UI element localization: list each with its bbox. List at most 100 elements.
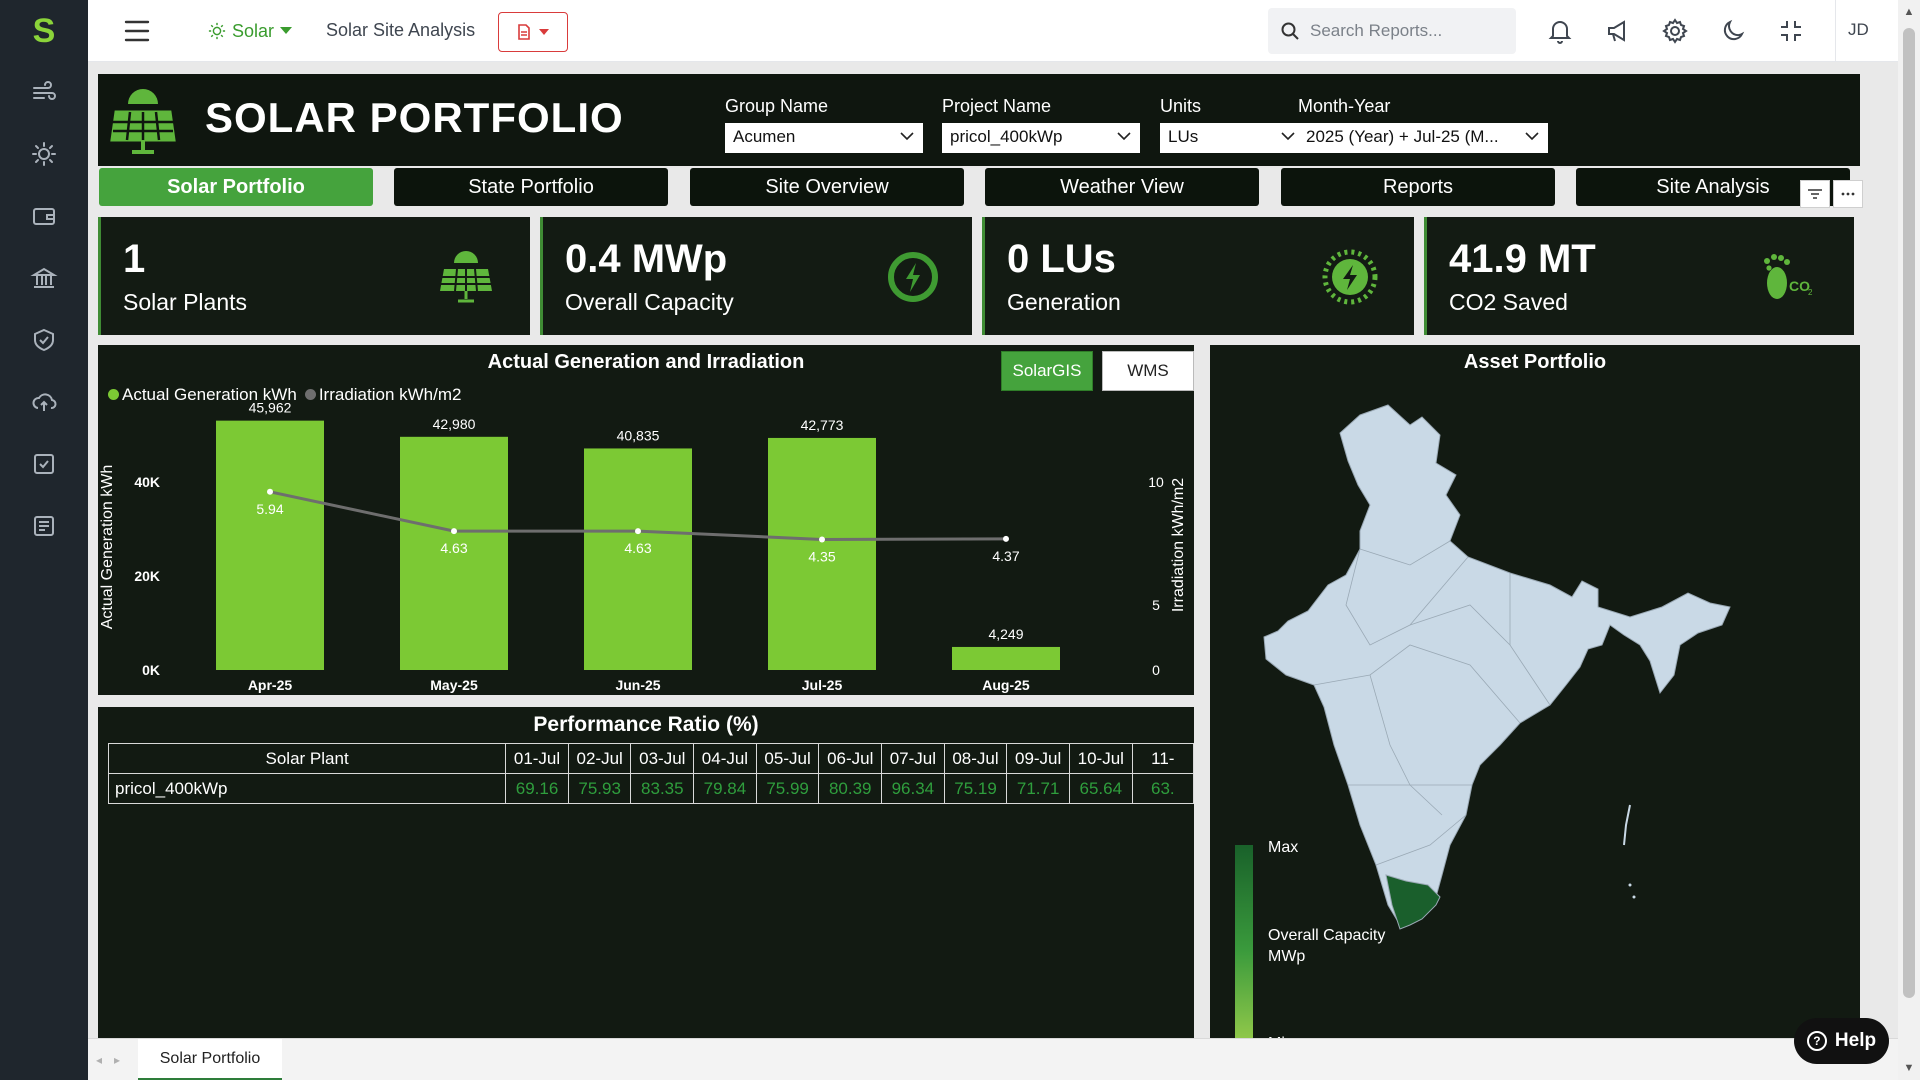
- y-left-tick: 20K: [134, 568, 160, 584]
- column-header[interactable]: 07-Jul: [881, 743, 945, 774]
- x-tick-label: May-25: [430, 677, 478, 693]
- column-header[interactable]: 04-Jul: [693, 743, 757, 774]
- irradiation-point[interactable]: [819, 536, 825, 543]
- y-left-tick: 0K: [142, 662, 160, 678]
- caret-down-icon: [280, 27, 293, 34]
- tab-scroll-right-icon[interactable]: ▸: [114, 1053, 120, 1067]
- tab-reports[interactable]: Reports: [1281, 168, 1555, 206]
- checkbox-icon[interactable]: [30, 450, 58, 478]
- filter-lines-icon[interactable]: [1800, 180, 1830, 208]
- y-left-tick: 40K: [134, 474, 160, 490]
- kpi-card-co2-saved: 41.9 MT CO2 Saved CO 2: [1424, 217, 1854, 335]
- generation-bar[interactable]: [584, 448, 692, 670]
- kpi-card-solar-plants: 1 Solar Plants: [98, 217, 530, 335]
- irradiation-point[interactable]: [1003, 535, 1009, 542]
- scroll-down-icon[interactable]: ▼: [1903, 1062, 1915, 1074]
- group-name-select[interactable]: Acumen: [725, 123, 923, 153]
- settings-gear-icon[interactable]: [1661, 17, 1689, 45]
- tab-solar-portfolio[interactable]: Solar Portfolio: [99, 168, 373, 206]
- column-header[interactable]: 09-Jul: [1006, 743, 1070, 774]
- tab-site-overview[interactable]: Site Overview: [690, 168, 964, 206]
- kpi-value: 1: [123, 237, 146, 281]
- tab-state-portfolio[interactable]: State Portfolio: [394, 168, 668, 206]
- bar-data-label: 40,835: [617, 427, 660, 443]
- india-map-shape[interactable]: [1263, 404, 1731, 926]
- kpi-label: CO2 Saved: [1449, 289, 1568, 315]
- table-cell: 83.35: [630, 773, 695, 804]
- sun-icon[interactable]: [30, 140, 58, 168]
- module-selector[interactable]: Solar: [208, 18, 293, 44]
- tab-scroll-left-icon[interactable]: ◂: [96, 1053, 102, 1067]
- dashboard-header: SOLAR PORTFOLIO Group Name Acumen Projec…: [98, 74, 1860, 166]
- irradiation-data-label: 4.63: [440, 540, 467, 556]
- dashboard-canvas: SOLAR PORTFOLIO Group Name Acumen Projec…: [88, 62, 1898, 1055]
- select-value: LUs: [1168, 127, 1199, 146]
- report-export-button[interactable]: [498, 12, 568, 52]
- help-button[interactable]: ? Help: [1794, 1018, 1889, 1064]
- y-right-tick: 10: [1148, 474, 1164, 490]
- cloud-upload-icon[interactable]: [30, 388, 58, 416]
- y-right-tick: 0: [1152, 662, 1160, 678]
- caret-down-icon: [539, 29, 549, 35]
- performance-title: Performance Ratio (%): [533, 713, 759, 736]
- units-select[interactable]: LUs: [1160, 123, 1304, 153]
- island-dot: [1628, 883, 1632, 887]
- select-value: 2025 (Year) + Jul-25 (M...: [1306, 127, 1499, 146]
- generation-bar[interactable]: [216, 420, 324, 670]
- scroll-thumb[interactable]: [1903, 28, 1915, 998]
- wind-icon[interactable]: [30, 78, 58, 106]
- user-avatar[interactable]: JD: [1848, 20, 1869, 40]
- page-tab-solar-portfolio[interactable]: Solar Portfolio: [138, 1039, 282, 1080]
- tab-weather-view[interactable]: Weather View: [985, 168, 1259, 206]
- column-header[interactable]: 05-Jul: [755, 743, 820, 774]
- column-header[interactable]: 11-: [1131, 743, 1195, 774]
- shield-check-icon[interactable]: [30, 326, 58, 354]
- menu-icon[interactable]: [123, 18, 151, 44]
- vertical-scrollbar[interactable]: ▲ ▼: [1898, 0, 1920, 1080]
- asset-portfolio-map: Asset Portfolio Max Overall Capacity MWp…: [1210, 345, 1860, 1055]
- bar-data-label: 42,980: [433, 416, 476, 432]
- performance-table: Solar Plant 01-Jul 02-Jul 03-Jul 04-Jul …: [107, 743, 1195, 804]
- irradiation-point[interactable]: [635, 528, 641, 535]
- kpi-label: Generation: [1007, 289, 1121, 315]
- bank-icon[interactable]: [30, 264, 58, 292]
- column-header[interactable]: 08-Jul: [943, 743, 1008, 774]
- megaphone-icon[interactable]: [1604, 17, 1632, 45]
- dark-mode-moon-icon[interactable]: [1719, 17, 1747, 45]
- table-cell-plant: pricol_400kWp: [107, 773, 507, 804]
- divider: [1835, 0, 1836, 62]
- month-year-select[interactable]: 2025 (Year) + Jul-25 (M...: [1298, 123, 1548, 153]
- generation-bar[interactable]: [952, 646, 1060, 670]
- project-name-select[interactable]: pricol_400kWp: [942, 123, 1140, 153]
- bar-data-label: 42,773: [801, 417, 844, 433]
- table-cell: 75.99: [755, 773, 820, 804]
- exit-fullscreen-icon[interactable]: [1777, 17, 1805, 45]
- column-header[interactable]: 02-Jul: [567, 743, 632, 774]
- page-tabs-bar: ◂ ▸ Solar Portfolio: [88, 1038, 1898, 1080]
- notification-bell-icon[interactable]: [1546, 17, 1574, 45]
- scroll-up-icon[interactable]: ▲: [1903, 6, 1915, 18]
- column-header[interactable]: 03-Jul: [630, 743, 695, 774]
- report-list-icon[interactable]: [30, 512, 58, 540]
- column-header[interactable]: 06-Jul: [818, 743, 883, 774]
- table-cell: 75.93: [567, 773, 632, 804]
- filter-group-name: Group Name Acumen: [725, 96, 923, 153]
- search-box: [1268, 8, 1516, 54]
- chevron-down-icon: [1525, 132, 1539, 141]
- wallet-icon[interactable]: [30, 202, 58, 230]
- solar-panel-icon: [110, 86, 176, 156]
- table-cell: 80.39: [818, 773, 883, 804]
- column-header[interactable]: 10-Jul: [1068, 743, 1133, 774]
- search-input[interactable]: [1310, 21, 1500, 41]
- irradiation-point[interactable]: [451, 528, 457, 535]
- app-logo[interactable]: S: [28, 14, 60, 48]
- svg-text:2: 2: [1808, 288, 1813, 297]
- irradiation-point[interactable]: [267, 488, 273, 495]
- chevron-down-icon: [1281, 132, 1295, 141]
- kpi-label: Solar Plants: [123, 289, 248, 315]
- co2-footprint-icon: CO 2: [1755, 247, 1815, 307]
- column-header[interactable]: 01-Jul: [505, 743, 569, 774]
- column-header[interactable]: Solar Plant: [107, 743, 507, 774]
- more-options-icon[interactable]: [1833, 180, 1863, 208]
- irradiation-data-label: 4.63: [624, 540, 651, 556]
